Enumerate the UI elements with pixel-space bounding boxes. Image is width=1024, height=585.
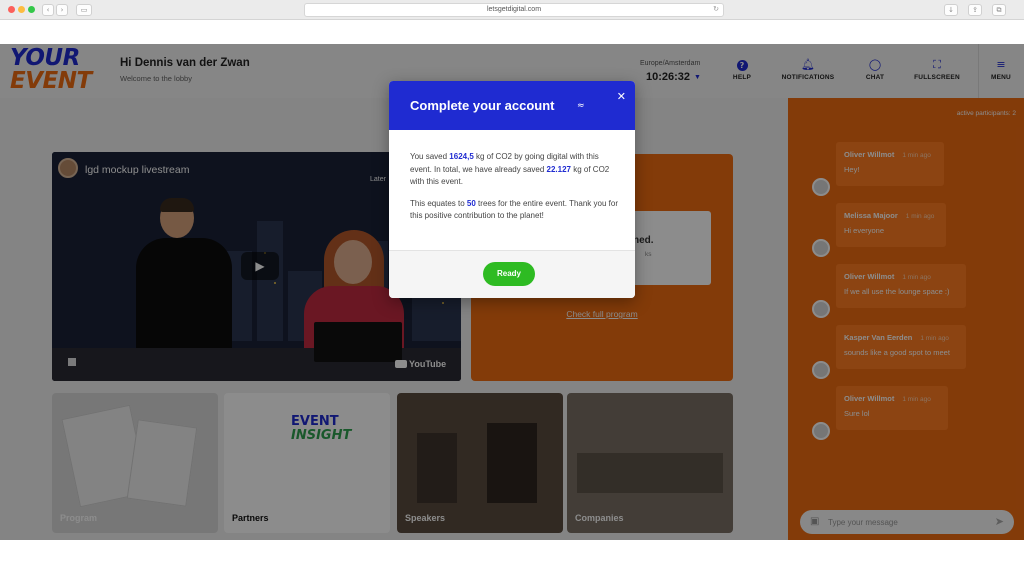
refresh-icon[interactable]: ↻ xyxy=(713,4,719,16)
trees-value: 50 xyxy=(466,198,476,208)
trees-text: This equates to xyxy=(410,198,467,208)
co2-saved-value: 1624,5 xyxy=(449,152,474,161)
page-bottom-area xyxy=(0,540,1024,585)
minimize-window-button[interactable] xyxy=(18,6,25,13)
co2-text: You saved xyxy=(410,152,450,161)
close-icon[interactable]: ✕ xyxy=(617,90,626,103)
modal-header: Complete your account ≈ ✕ xyxy=(389,81,635,130)
co2-saved-paragraph: You saved 1624,5 kg of CO2 by going digi… xyxy=(410,151,620,189)
share-icon[interactable]: ⇪ xyxy=(968,4,982,16)
forward-icon[interactable]: › xyxy=(56,4,68,16)
trees-paragraph: This equates to 50 trees for the entire … xyxy=(410,198,620,223)
close-window-button[interactable] xyxy=(8,6,15,13)
app-root: ‹ › ▭ letsgetdigital.com ↻ ↓ ⇪ ⧉ YOUR EV… xyxy=(0,0,1024,585)
download-icon[interactable]: ↓ xyxy=(944,4,958,16)
sidebar-icon[interactable]: ▭ xyxy=(76,4,92,16)
url-text: letsgetdigital.com xyxy=(486,6,542,13)
back-icon[interactable]: ‹ xyxy=(42,4,54,16)
complete-account-modal: Complete your account ≈ ✕ You saved 1624… xyxy=(389,81,635,298)
ready-button[interactable]: Ready xyxy=(483,262,535,286)
modal-footer: Ready xyxy=(389,250,635,298)
zoom-window-button[interactable] xyxy=(28,6,35,13)
browser-toolbar: ‹ › ▭ letsgetdigital.com ↻ ↓ ⇪ ⧉ xyxy=(0,0,1024,20)
tabs-icon[interactable]: ⧉ xyxy=(992,4,1006,16)
swoosh-icon: ≈ xyxy=(577,101,585,111)
co2-total-value: 22.127 xyxy=(546,164,571,174)
modal-title: Complete your account xyxy=(410,98,555,113)
modal-body: You saved 1624,5 kg of CO2 by going digi… xyxy=(410,151,620,223)
address-bar[interactable]: letsgetdigital.com ↻ xyxy=(304,3,724,17)
